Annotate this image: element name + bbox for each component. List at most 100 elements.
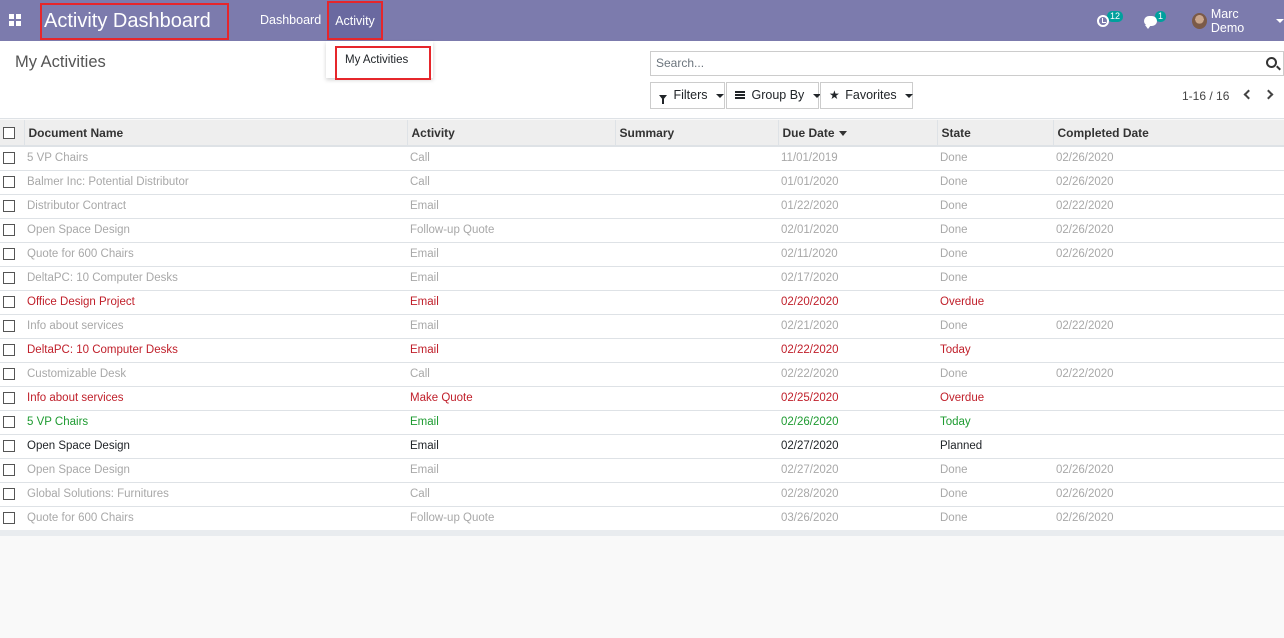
row-select-cell bbox=[0, 337, 24, 362]
row-checkbox[interactable] bbox=[3, 463, 15, 476]
column-header-completed-date[interactable]: Completed Date bbox=[1053, 120, 1284, 147]
cell-summary bbox=[615, 265, 778, 290]
cell-state: Done bbox=[937, 361, 1053, 386]
menu-activity[interactable]: Activity bbox=[327, 1, 383, 40]
cell-summary bbox=[615, 409, 778, 434]
star-icon: ★ bbox=[829, 88, 840, 102]
cell-completed-date: 02/26/2020 bbox=[1053, 457, 1284, 482]
menu-dashboard[interactable]: Dashboard bbox=[260, 0, 321, 41]
cell-state: Done bbox=[937, 457, 1053, 482]
cell-document-name: Customizable Desk bbox=[24, 361, 407, 386]
row-checkbox[interactable] bbox=[3, 319, 15, 332]
cell-due-date: 02/20/2020 bbox=[778, 289, 937, 314]
table-row[interactable]: Info about services Make Quote 02/25/2020 O… bbox=[0, 385, 1284, 410]
cell-completed-date: 02/26/2020 bbox=[1053, 481, 1284, 506]
cell-activity: Call bbox=[407, 481, 615, 506]
table-row[interactable]: Open Space Design Follow-up Quote 02/01/20… bbox=[0, 217, 1284, 242]
cell-due-date: 02/01/2020 bbox=[778, 217, 937, 242]
menu-item-my-activities[interactable]: My Activities bbox=[335, 46, 431, 80]
caret-down-icon bbox=[1276, 18, 1284, 23]
activities-systray[interactable]: 12 bbox=[1097, 0, 1124, 41]
filters-button[interactable]: Filters bbox=[650, 82, 725, 109]
cell-completed-date: 02/26/2020 bbox=[1053, 169, 1284, 194]
cell-state: Done bbox=[937, 481, 1053, 506]
row-checkbox[interactable] bbox=[3, 391, 15, 404]
row-checkbox[interactable] bbox=[3, 512, 15, 525]
column-header-document-name[interactable]: Document Name bbox=[24, 120, 408, 147]
row-checkbox[interactable] bbox=[3, 199, 15, 212]
cell-completed-date: 02/22/2020 bbox=[1053, 313, 1284, 338]
group-by-button[interactable]: Group By bbox=[726, 82, 821, 109]
activity-list: Document Name Activity Summary Due Date … bbox=[0, 120, 1284, 536]
column-header-summary[interactable]: Summary bbox=[615, 120, 779, 147]
apps-grid-icon[interactable] bbox=[9, 14, 21, 26]
row-checkbox[interactable] bbox=[3, 487, 15, 500]
row-checkbox[interactable] bbox=[3, 295, 15, 308]
table-row[interactable]: Balmer Inc: Potential Distributor Call 01/… bbox=[0, 169, 1284, 194]
cell-due-date: 11/01/2019 bbox=[778, 145, 937, 170]
row-checkbox[interactable] bbox=[3, 343, 15, 356]
column-header-activity[interactable]: Activity bbox=[407, 120, 616, 147]
row-checkbox[interactable] bbox=[3, 175, 15, 188]
cell-document-name: 5 VP Chairs bbox=[24, 409, 407, 434]
bars-icon bbox=[735, 90, 745, 99]
table-row[interactable]: Open Space Design Email 02/27/2020 Planned bbox=[0, 433, 1284, 458]
table-row[interactable]: Quote for 600 Chairs Email 02/11/2020 Done 0… bbox=[0, 241, 1284, 266]
activity-dropdown-menu: My Activities bbox=[326, 41, 433, 80]
column-header-due-date[interactable]: Due Date bbox=[778, 120, 938, 147]
table-row[interactable]: Global Solutions: Furnitures Call 02/28/20… bbox=[0, 481, 1284, 506]
table-row[interactable]: Open Space Design Email 02/27/2020 Done 02/2… bbox=[0, 457, 1284, 482]
search-icon[interactable] bbox=[1266, 57, 1277, 68]
pager-next-button[interactable] bbox=[1263, 88, 1275, 102]
column-header-state[interactable]: State bbox=[937, 120, 1054, 147]
table-row[interactable]: DeltaPC: 10 Computer Desks Email 02/22/202… bbox=[0, 337, 1284, 362]
cell-summary bbox=[615, 289, 778, 314]
cell-activity: Call bbox=[407, 361, 615, 386]
row-checkbox[interactable] bbox=[3, 367, 15, 380]
cell-document-name: Open Space Design bbox=[24, 217, 407, 242]
row-select-cell bbox=[0, 289, 24, 314]
cell-document-name: Distributor Contract bbox=[24, 193, 407, 218]
cell-state: Overdue bbox=[937, 289, 1053, 314]
table-row[interactable]: Quote for 600 Chairs Follow-up Quote 03/26… bbox=[0, 505, 1284, 530]
cell-state: Done bbox=[937, 313, 1053, 338]
cell-summary bbox=[615, 145, 778, 170]
cell-document-name: Balmer Inc: Potential Distributor bbox=[24, 169, 407, 194]
row-checkbox[interactable] bbox=[3, 223, 15, 236]
messaging-systray[interactable]: 1 bbox=[1144, 0, 1167, 41]
cell-state: Today bbox=[937, 409, 1053, 434]
table-row[interactable]: 5 VP Chairs Email 02/26/2020 Today bbox=[0, 409, 1284, 434]
chevron-left-icon bbox=[1243, 89, 1254, 100]
table-row[interactable]: Distributor Contract Email 01/22/2020 Done 0… bbox=[0, 193, 1284, 218]
favorites-button[interactable]: ★ Favorites bbox=[820, 82, 914, 109]
cell-due-date: 02/27/2020 bbox=[778, 457, 937, 482]
cell-activity: Make Quote bbox=[407, 385, 615, 410]
cell-document-name: Info about services bbox=[24, 313, 407, 338]
cell-document-name: DeltaPC: 10 Computer Desks bbox=[24, 265, 407, 290]
app-brand-title[interactable]: Activity Dashboard bbox=[40, 3, 229, 40]
table-row[interactable]: Office Design Project Email 02/20/2020 Over… bbox=[0, 289, 1284, 314]
pager-previous-button[interactable] bbox=[1242, 88, 1254, 102]
table-row[interactable]: DeltaPC: 10 Computer Desks Email 02/17/202… bbox=[0, 265, 1284, 290]
table-row[interactable]: Info about services Email 02/21/2020 Done 02… bbox=[0, 313, 1284, 338]
search-input[interactable] bbox=[651, 52, 1241, 74]
cell-activity: Email bbox=[407, 433, 615, 458]
top-navbar: Activity Dashboard Dashboard Activity 12… bbox=[0, 0, 1284, 41]
cell-document-name: Office Design Project bbox=[24, 289, 407, 314]
row-select-cell bbox=[0, 193, 24, 218]
pager-value[interactable]: 1-16 / 16 bbox=[1182, 89, 1229, 103]
row-checkbox[interactable] bbox=[3, 152, 15, 165]
cell-due-date: 02/11/2020 bbox=[778, 241, 937, 266]
table-row[interactable]: Customizable Desk Call 02/22/2020 Done 02/22… bbox=[0, 361, 1284, 386]
row-checkbox[interactable] bbox=[3, 439, 15, 452]
row-checkbox[interactable] bbox=[3, 415, 15, 428]
row-checkbox[interactable] bbox=[3, 247, 15, 260]
row-select-cell bbox=[0, 409, 24, 434]
user-menu[interactable]: Marc Demo bbox=[1192, 0, 1284, 41]
select-all-checkbox[interactable] bbox=[3, 127, 15, 140]
group-by-label: Group By bbox=[751, 88, 805, 102]
cell-activity: Email bbox=[407, 457, 615, 482]
cell-summary bbox=[615, 433, 778, 458]
table-row[interactable]: 5 VP Chairs Call 11/01/2019 Done 02/26/2020 bbox=[0, 145, 1284, 170]
row-checkbox[interactable] bbox=[3, 271, 15, 284]
